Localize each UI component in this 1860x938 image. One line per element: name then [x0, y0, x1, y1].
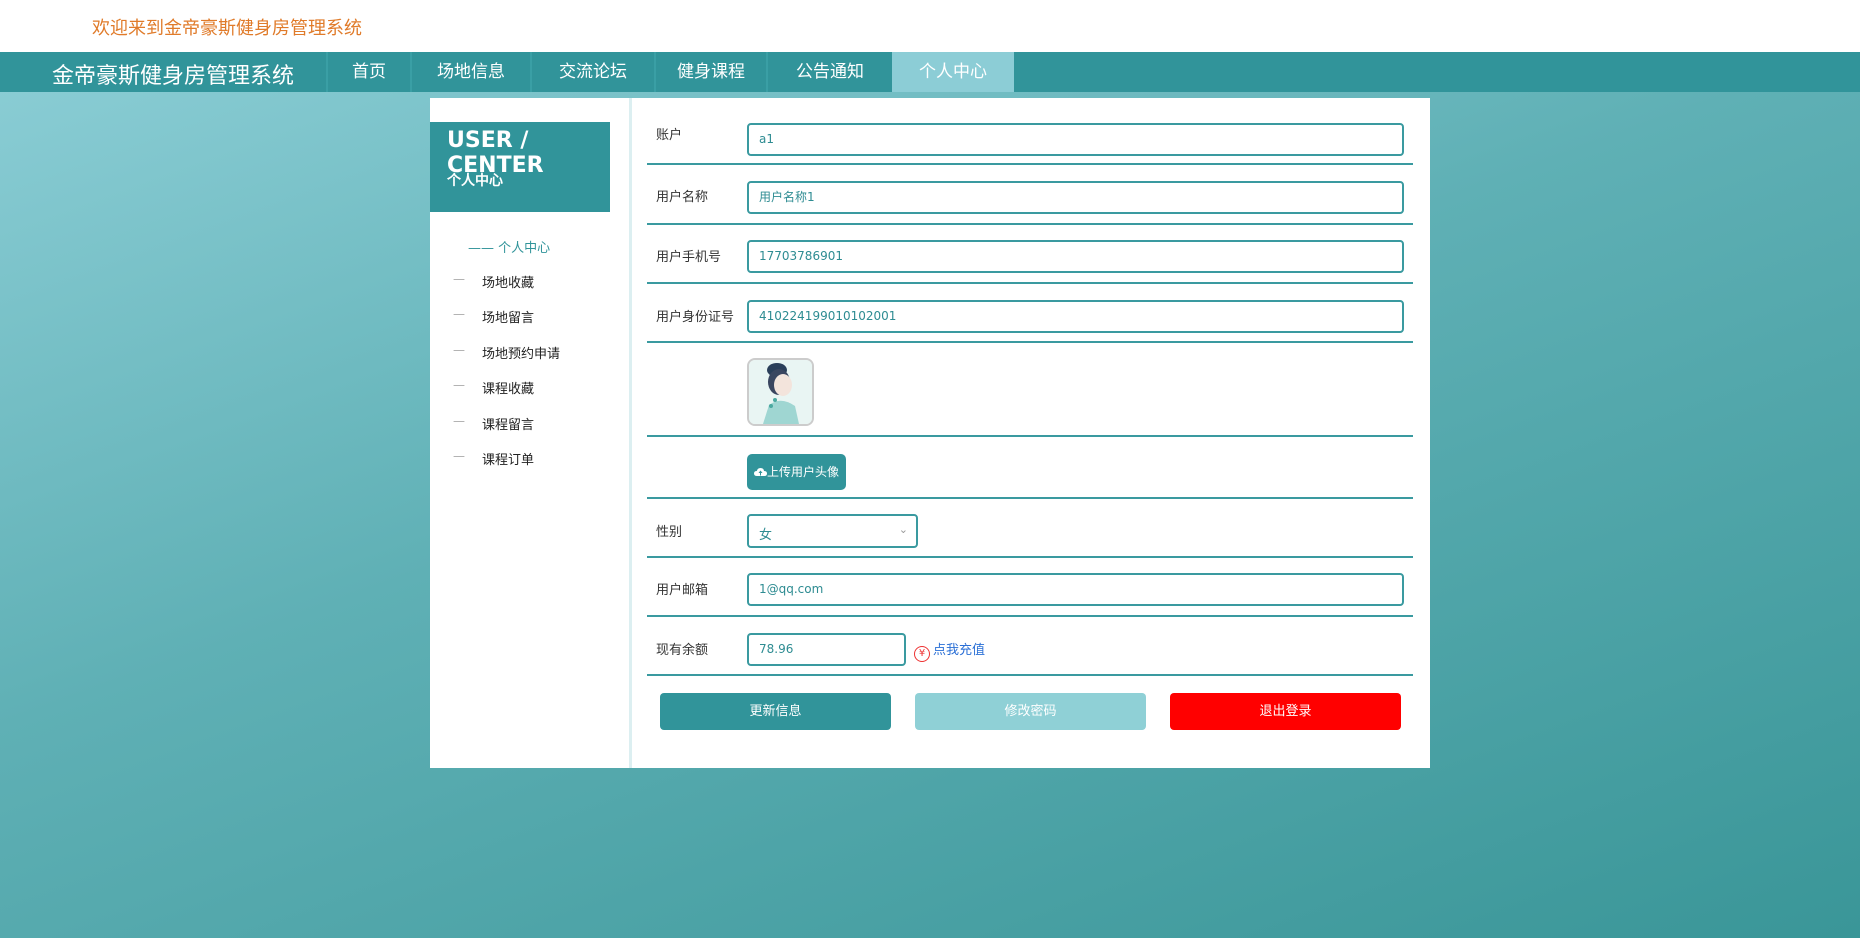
- balance-field: 78.96: [747, 633, 906, 666]
- phone-label: 用户手机号: [656, 250, 722, 265]
- account-field[interactable]: a1: [747, 123, 1404, 156]
- form-row-upload: 上传用户头像: [647, 437, 1413, 499]
- sidebar-item-venue-favorites[interactable]: — 场地收藏: [453, 272, 613, 291]
- update-info-button[interactable]: 更新信息: [660, 693, 891, 730]
- gender-value: 女: [759, 528, 773, 543]
- logout-button[interactable]: 退出登录: [1170, 693, 1401, 730]
- sidebar-item-label: 课程订单: [482, 453, 535, 468]
- form-row-email: 用户邮箱 1@qq.com: [647, 558, 1413, 617]
- brand-title: 金帝豪斯健身房管理系统: [52, 64, 295, 89]
- user-avatar: [747, 358, 814, 426]
- username-label: 用户名称: [656, 190, 709, 205]
- upload-avatar-button[interactable]: 上传用户头像: [747, 454, 846, 490]
- dash-icon: —: [453, 449, 465, 463]
- dash-icon: —: [453, 307, 465, 321]
- id-card-label: 用户身份证号: [656, 310, 735, 325]
- sidebar-item-label: 场地收藏: [482, 276, 535, 291]
- dash-icon: —: [453, 414, 465, 428]
- form-row-phone: 用户手机号 17703786901: [647, 225, 1413, 284]
- top-bar: 欢迎来到金帝豪斯健身房管理系统: [0, 0, 1860, 52]
- email-field[interactable]: 1@qq.com: [747, 573, 1404, 606]
- welcome-text: 欢迎来到金帝豪斯健身房管理系统: [92, 18, 362, 39]
- sidebar-header: USER / CENTER 个人中心: [430, 122, 610, 212]
- form-row-id-card: 用户身份证号 410224199010102001: [647, 284, 1413, 343]
- change-password-button[interactable]: 修改密码: [915, 693, 1146, 730]
- form-row-gender: 性别 女 ⌄: [647, 499, 1413, 558]
- sidebar-item-label: 课程留言: [482, 418, 535, 433]
- form-row-balance: 现有余额 78.96 ¥ 点我充值: [647, 617, 1413, 676]
- id-card-field[interactable]: 410224199010102001: [747, 300, 1404, 333]
- sidebar-item-user-center[interactable]: —— 个人中心: [468, 237, 550, 256]
- recharge-label: 点我充值: [933, 643, 986, 658]
- gender-select[interactable]: 女 ⌄: [747, 514, 918, 548]
- yuan-icon: ¥: [914, 646, 930, 662]
- sidebar-item-venue-booking[interactable]: — 场地预约申请: [453, 343, 613, 362]
- nav-courses[interactable]: 健身课程: [654, 52, 766, 92]
- nav-forum[interactable]: 交流论坛: [530, 52, 654, 92]
- account-label: 账户: [656, 128, 683, 143]
- sidebar-title-cn: 个人中心: [447, 173, 503, 189]
- nav-home[interactable]: 首页: [326, 52, 410, 92]
- email-label: 用户邮箱: [656, 583, 709, 598]
- nav-user-center[interactable]: 个人中心: [892, 52, 1014, 92]
- dash-icon: —: [453, 343, 465, 357]
- upload-avatar-label: 上传用户头像: [766, 465, 839, 479]
- balance-label: 现有余额: [656, 643, 709, 658]
- form-row-account: 账户 a1: [647, 110, 1413, 165]
- sidebar-item-label: 场地预约申请: [482, 347, 561, 362]
- sidebar-item-venue-messages[interactable]: — 场地留言: [453, 307, 613, 326]
- nav-venue-info[interactable]: 场地信息: [410, 52, 530, 92]
- form-row-username: 用户名称 用户名称1: [647, 165, 1413, 225]
- username-field[interactable]: 用户名称1: [747, 181, 1404, 214]
- sidebar-item-course-orders[interactable]: — 课程订单: [453, 449, 613, 468]
- sidebar-item-label: 课程收藏: [482, 382, 535, 397]
- main-nav: 金帝豪斯健身房管理系统 首页 场地信息 交流论坛 健身课程 公告通知 个人中心: [0, 52, 1860, 92]
- sidebar-item-course-favorites[interactable]: — 课程收藏: [453, 378, 613, 397]
- card-divider: [629, 98, 632, 768]
- form-row-avatar: [647, 343, 1413, 437]
- sidebar-item-course-messages[interactable]: — 课程留言: [453, 414, 613, 433]
- sidebar-item-label: 场地留言: [482, 311, 535, 326]
- dash-icon: —: [453, 272, 465, 286]
- phone-field[interactable]: 17703786901: [747, 240, 1404, 273]
- chevron-down-icon: ⌄: [898, 523, 908, 536]
- recharge-link[interactable]: ¥ 点我充值: [914, 639, 985, 662]
- gender-label: 性别: [656, 525, 683, 540]
- cloud-upload-icon: [753, 468, 767, 476]
- dash-icon: —: [453, 378, 465, 392]
- nav-announcements[interactable]: 公告通知: [766, 52, 892, 92]
